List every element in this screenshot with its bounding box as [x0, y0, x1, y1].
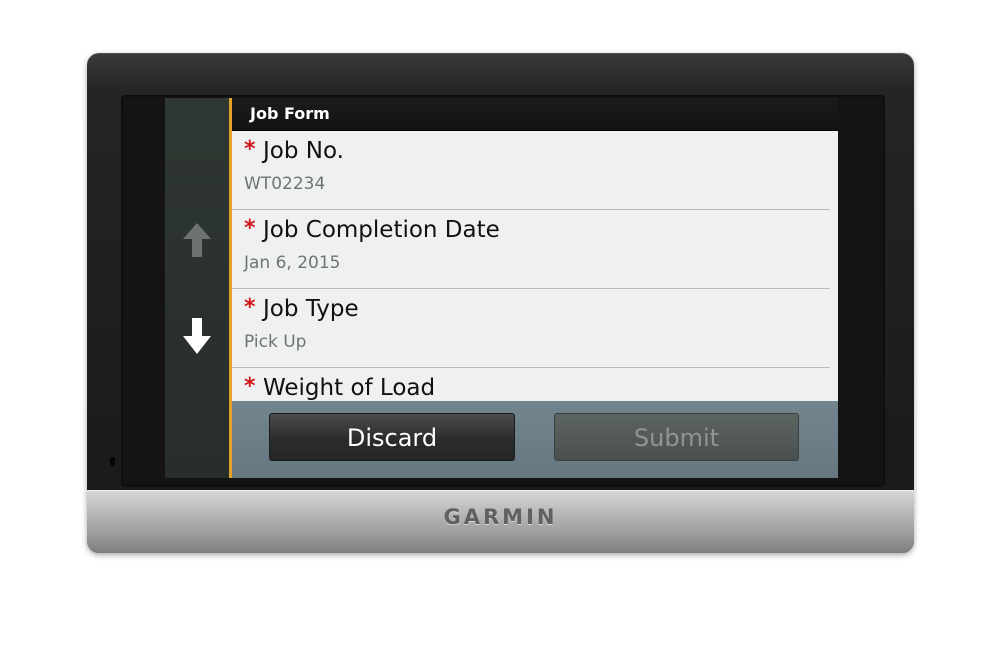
required-marker: *: [244, 374, 256, 399]
form-list[interactable]: * Job No. WT02234 * Job Completion Date …: [232, 131, 838, 401]
title-bar: Job Form: [232, 98, 838, 131]
field-value: Jan 6, 2015: [244, 253, 341, 273]
field-label: Job Completion Date: [263, 217, 500, 243]
scroll-panel: [165, 98, 232, 478]
microphone-hole: [110, 457, 115, 466]
form-field-job-no[interactable]: * Job No. WT02234: [232, 131, 830, 210]
field-value: Pick Up: [244, 332, 307, 352]
field-value: WT02234: [244, 174, 326, 194]
page-title: Job Form: [250, 104, 330, 123]
action-bar: Discard Submit: [232, 401, 838, 478]
submit-button[interactable]: Submit: [554, 413, 799, 461]
arrow-up-icon[interactable]: [181, 221, 213, 261]
required-marker: *: [244, 295, 256, 320]
required-marker: *: [244, 216, 256, 241]
brand-logo: GARMIN: [443, 505, 558, 529]
form-field-job-completion-date[interactable]: * Job Completion Date Jan 6, 2015: [232, 210, 830, 289]
discard-button[interactable]: Discard: [269, 413, 515, 461]
field-label: Job Type: [263, 296, 359, 322]
form-field-weight-of-load[interactable]: * Weight of Load: [232, 368, 830, 401]
arrow-down-icon[interactable]: [181, 316, 213, 356]
field-label: Weight of Load: [263, 375, 436, 401]
form-field-job-type[interactable]: * Job Type Pick Up: [232, 289, 830, 368]
device-screen: Job Form * Job No. WT02234 * Job Complet…: [165, 98, 838, 478]
device-bottom-strip: GARMIN: [87, 490, 914, 553]
required-marker: *: [244, 137, 256, 162]
field-label: Job No.: [263, 138, 344, 164]
